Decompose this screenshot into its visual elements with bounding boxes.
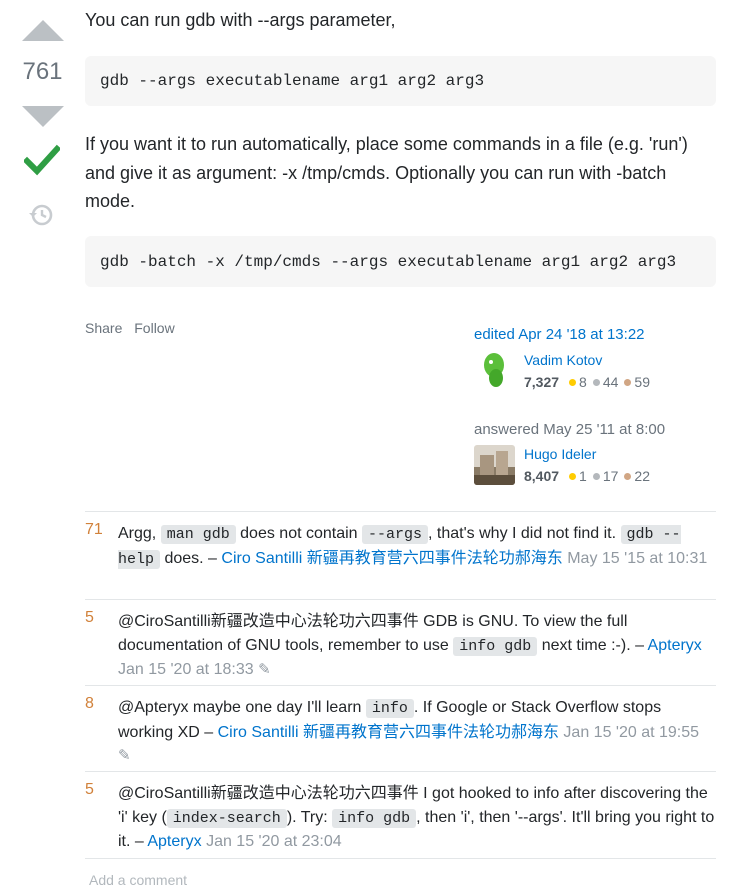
comment-text-part: does. – <box>160 549 222 567</box>
share-link[interactable]: Share <box>85 320 122 336</box>
inline-code: info <box>365 699 414 718</box>
comment-text: @CiroSantilli新疆改造中心法轮功六四事件 I got hooked … <box>118 782 716 854</box>
comment-text-part: ). Try: <box>286 808 333 826</box>
inline-code: index-search <box>166 808 287 828</box>
comment-user-link[interactable]: Apteryx <box>147 833 201 850</box>
inline-code: info gdb <box>332 808 417 828</box>
comment-text-part: Argg, <box>118 525 161 542</box>
silver-badge-icon <box>592 473 600 481</box>
follow-link[interactable]: Follow <box>134 320 174 336</box>
comment-text-part: @Apteryx maybe one day I'll learn <box>118 699 366 716</box>
answer-paragraph: You can run gdb with --args parameter, <box>85 10 396 30</box>
comment-user-link[interactable]: Apteryx <box>648 637 702 654</box>
comment-score: 8 <box>85 695 94 712</box>
bronze-badge-count: 22 <box>634 468 650 484</box>
answered-label: answered <box>474 421 540 438</box>
edited-pencil-icon: ✎ <box>258 661 271 678</box>
gold-badge-count: 8 <box>579 374 587 390</box>
inline-code: info gdb <box>453 636 538 656</box>
comment-date[interactable]: May 15 '15 at 10:31 <box>567 550 707 567</box>
comment-text: Argg, man gdb does not contain --args, t… <box>118 522 716 571</box>
gold-badge-icon <box>569 379 577 387</box>
upvote-arrow-icon[interactable] <box>22 20 64 41</box>
history-icon[interactable] <box>28 202 54 228</box>
comment-user-link[interactable]: Ciro Santilli 新疆再教育营六四事件法轮功郝海东 <box>221 550 562 567</box>
comment-text-part: next time :-). – <box>537 636 648 654</box>
comment-date[interactable]: Jan 15 '20 at 18:33 <box>118 661 254 678</box>
reputation: 8,407 1 17 22 <box>524 468 650 484</box>
add-comment-link[interactable]: Add a comment <box>89 872 187 888</box>
reputation-score: 8,407 <box>524 468 560 484</box>
answered-timestamp: answered May 25 '11 at 8:00 <box>474 421 716 438</box>
comment-text-part: does not contain <box>235 525 363 542</box>
avatar[interactable] <box>474 445 515 485</box>
comment-date[interactable]: Jan 15 '20 at 23:04 <box>206 833 342 850</box>
comments-list: 71 Argg, man gdb does not contain --args… <box>85 511 716 859</box>
comment: 8 @Apteryx maybe one day I'll learn info… <box>85 686 716 772</box>
comment-text: @CiroSantilli新疆改造中心法轮功六四事件 GDB is GNU. T… <box>118 610 716 682</box>
comment: 5 @CiroSantilli新疆改造中心法轮功六四事件 I got hooke… <box>85 772 716 859</box>
comment-score: 71 <box>85 521 103 538</box>
answered-time: May 25 '11 at 8:00 <box>543 421 666 438</box>
answer-paragraph: If you want it to run automatically, pla… <box>85 134 688 211</box>
comment: 5 @CiroSantilli新疆改造中心法轮功六四事件 GDB is GNU.… <box>85 600 716 686</box>
author-signature: answered May 25 '11 at 8:00 Hugo Ideler … <box>474 421 716 491</box>
inline-code: --args <box>362 525 429 544</box>
silver-badge-count: 17 <box>602 468 619 484</box>
code-block: gdb --args executablename arg1 arg2 arg3 <box>85 56 716 106</box>
bronze-badge-icon <box>624 473 632 481</box>
inline-code: man gdb <box>160 525 236 544</box>
code-block: gdb -batch -x /tmp/cmds --args executabl… <box>85 236 716 287</box>
editor-username-link[interactable]: Vadim Kotov <box>524 352 602 368</box>
reputation-score: 7,327 <box>524 374 560 390</box>
comment-score: 5 <box>85 781 94 798</box>
comment-text-part: , that's why I did not find it. <box>428 525 621 542</box>
gold-badge-icon <box>569 473 577 481</box>
edited-timestamp-link[interactable]: edited Apr 24 '18 at 13:22 <box>474 326 716 343</box>
avatar[interactable] <box>474 350 514 390</box>
editor-signature: edited Apr 24 '18 at 13:22 Vadim Kotov 7… <box>474 326 716 396</box>
author-username-link[interactable]: Hugo Ideler <box>524 446 596 462</box>
comment-text: @Apteryx maybe one day I'll learn info. … <box>118 696 716 768</box>
gold-badge-count: 1 <box>579 468 587 484</box>
silver-badge-icon <box>592 379 600 387</box>
comment: 71 Argg, man gdb does not contain --args… <box>85 512 716 600</box>
downvote-arrow-icon[interactable] <box>22 106 64 127</box>
vote-count: 761 <box>22 58 63 85</box>
comment-date[interactable]: Jan 15 '20 at 19:55 <box>563 724 699 741</box>
post-menu: Share Follow <box>85 320 183 336</box>
reputation: 7,327 8 44 59 <box>524 374 650 390</box>
comment-score: 5 <box>85 609 94 626</box>
edited-pencil-icon: ✎ <box>118 747 131 764</box>
bronze-badge-icon <box>624 379 632 387</box>
silver-badge-count: 44 <box>602 374 619 390</box>
accepted-checkmark-icon <box>24 144 60 176</box>
bronze-badge-count: 59 <box>634 374 650 390</box>
comment-user-link[interactable]: Ciro Santilli 新疆再教育营六四事件法轮功郝海东 <box>218 724 559 741</box>
